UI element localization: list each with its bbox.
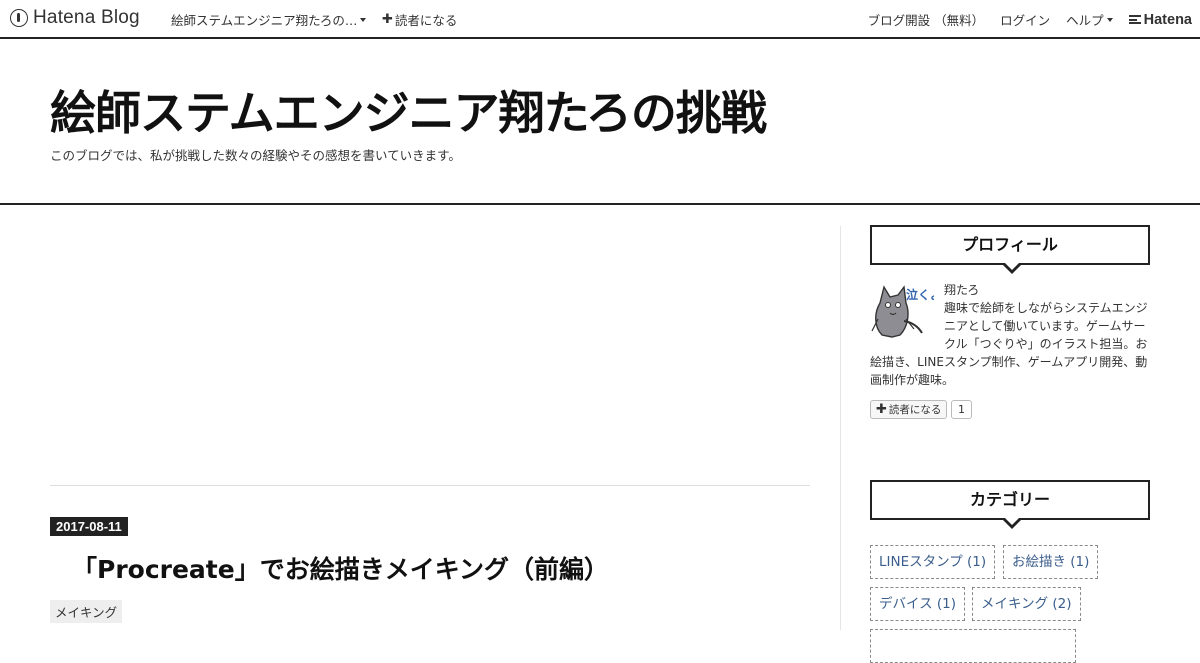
help-label: ヘルプ <box>1066 13 1104 28</box>
subscribe-button[interactable]: ✚ 読者になる <box>382 10 457 29</box>
profile-subscribe-label: 読者になる <box>888 404 942 416</box>
profile-subscribe-button[interactable]: ✚ 読者になる <box>870 400 948 419</box>
entry-title[interactable]: 「Procreate」でお絵描きメイキング（前編） <box>72 550 609 586</box>
plus-icon: ✚ <box>382 12 393 27</box>
hatena-label: Hatena <box>1143 11 1192 28</box>
category-item[interactable]: メイキング (2) <box>972 587 1081 621</box>
hatena-blog-logo-icon <box>10 9 28 27</box>
blog-name-label: 絵師ステムエンジニア翔たろの… <box>171 13 358 28</box>
login-link[interactable]: ログイン <box>1000 10 1050 29</box>
profile-module-title: プロフィール <box>870 225 1150 274</box>
sidebar-divider <box>840 226 841 630</box>
profile-name[interactable]: 翔たろ <box>944 281 979 298</box>
blog-description: このブログでは、私が挑戦した数々の経験やその感想を書いていきます。 <box>50 148 461 163</box>
blog-name-dropdown[interactable]: 絵師ステムエンジニア翔たろの… <box>171 10 367 29</box>
hatena-icon <box>1128 15 1141 24</box>
category-item[interactable]: LINEスタンプ (1) <box>870 545 996 579</box>
ad-divider <box>50 485 810 486</box>
category-item[interactable]: デバイス (1) <box>870 587 966 621</box>
subscriber-count[interactable]: 1 <box>951 400 972 419</box>
blog-title[interactable]: 絵師ステムエンジニア翔たろの挑戦 <box>50 77 767 143</box>
category-item-partial[interactable] <box>870 629 1076 663</box>
logo-text: Hatena Blog <box>33 7 140 28</box>
hatena-blog-logo[interactable]: Hatena Blog <box>10 7 140 29</box>
blog-header: 絵師ステムエンジニア翔たろの挑戦 このブログでは、私が挑戦した数々の経験やその感… <box>0 39 1200 205</box>
plus-icon: ✚ <box>876 402 887 417</box>
entry-category-tag[interactable]: メイキング <box>50 600 123 623</box>
category-item[interactable]: お絵描き (1) <box>1003 545 1099 579</box>
caret-down-icon <box>1106 17 1113 22</box>
open-blog-link[interactable]: ブログ開設 （無料） <box>868 10 984 29</box>
subscribe-label: 読者になる <box>394 13 458 28</box>
caret-down-icon <box>360 17 367 22</box>
hatena-menu[interactable]: Hatena <box>1128 11 1192 28</box>
help-menu[interactable]: ヘルプ <box>1066 10 1113 29</box>
profile-bio: 趣味で絵師をしながらシステムエンジニアとして働いています。ゲームサークル「つぐり… <box>870 301 1148 387</box>
global-header: Hatena Blog 絵師ステムエンジニア翔たろの… ✚ 読者になる ブログ開… <box>0 0 1200 39</box>
entry-date[interactable]: 2017-08-11 <box>50 517 128 536</box>
category-module-title: カテゴリー <box>870 480 1150 529</box>
global-nav-right: ブログ開設 （無料） ログイン ヘルプ Hatena <box>852 10 1192 29</box>
